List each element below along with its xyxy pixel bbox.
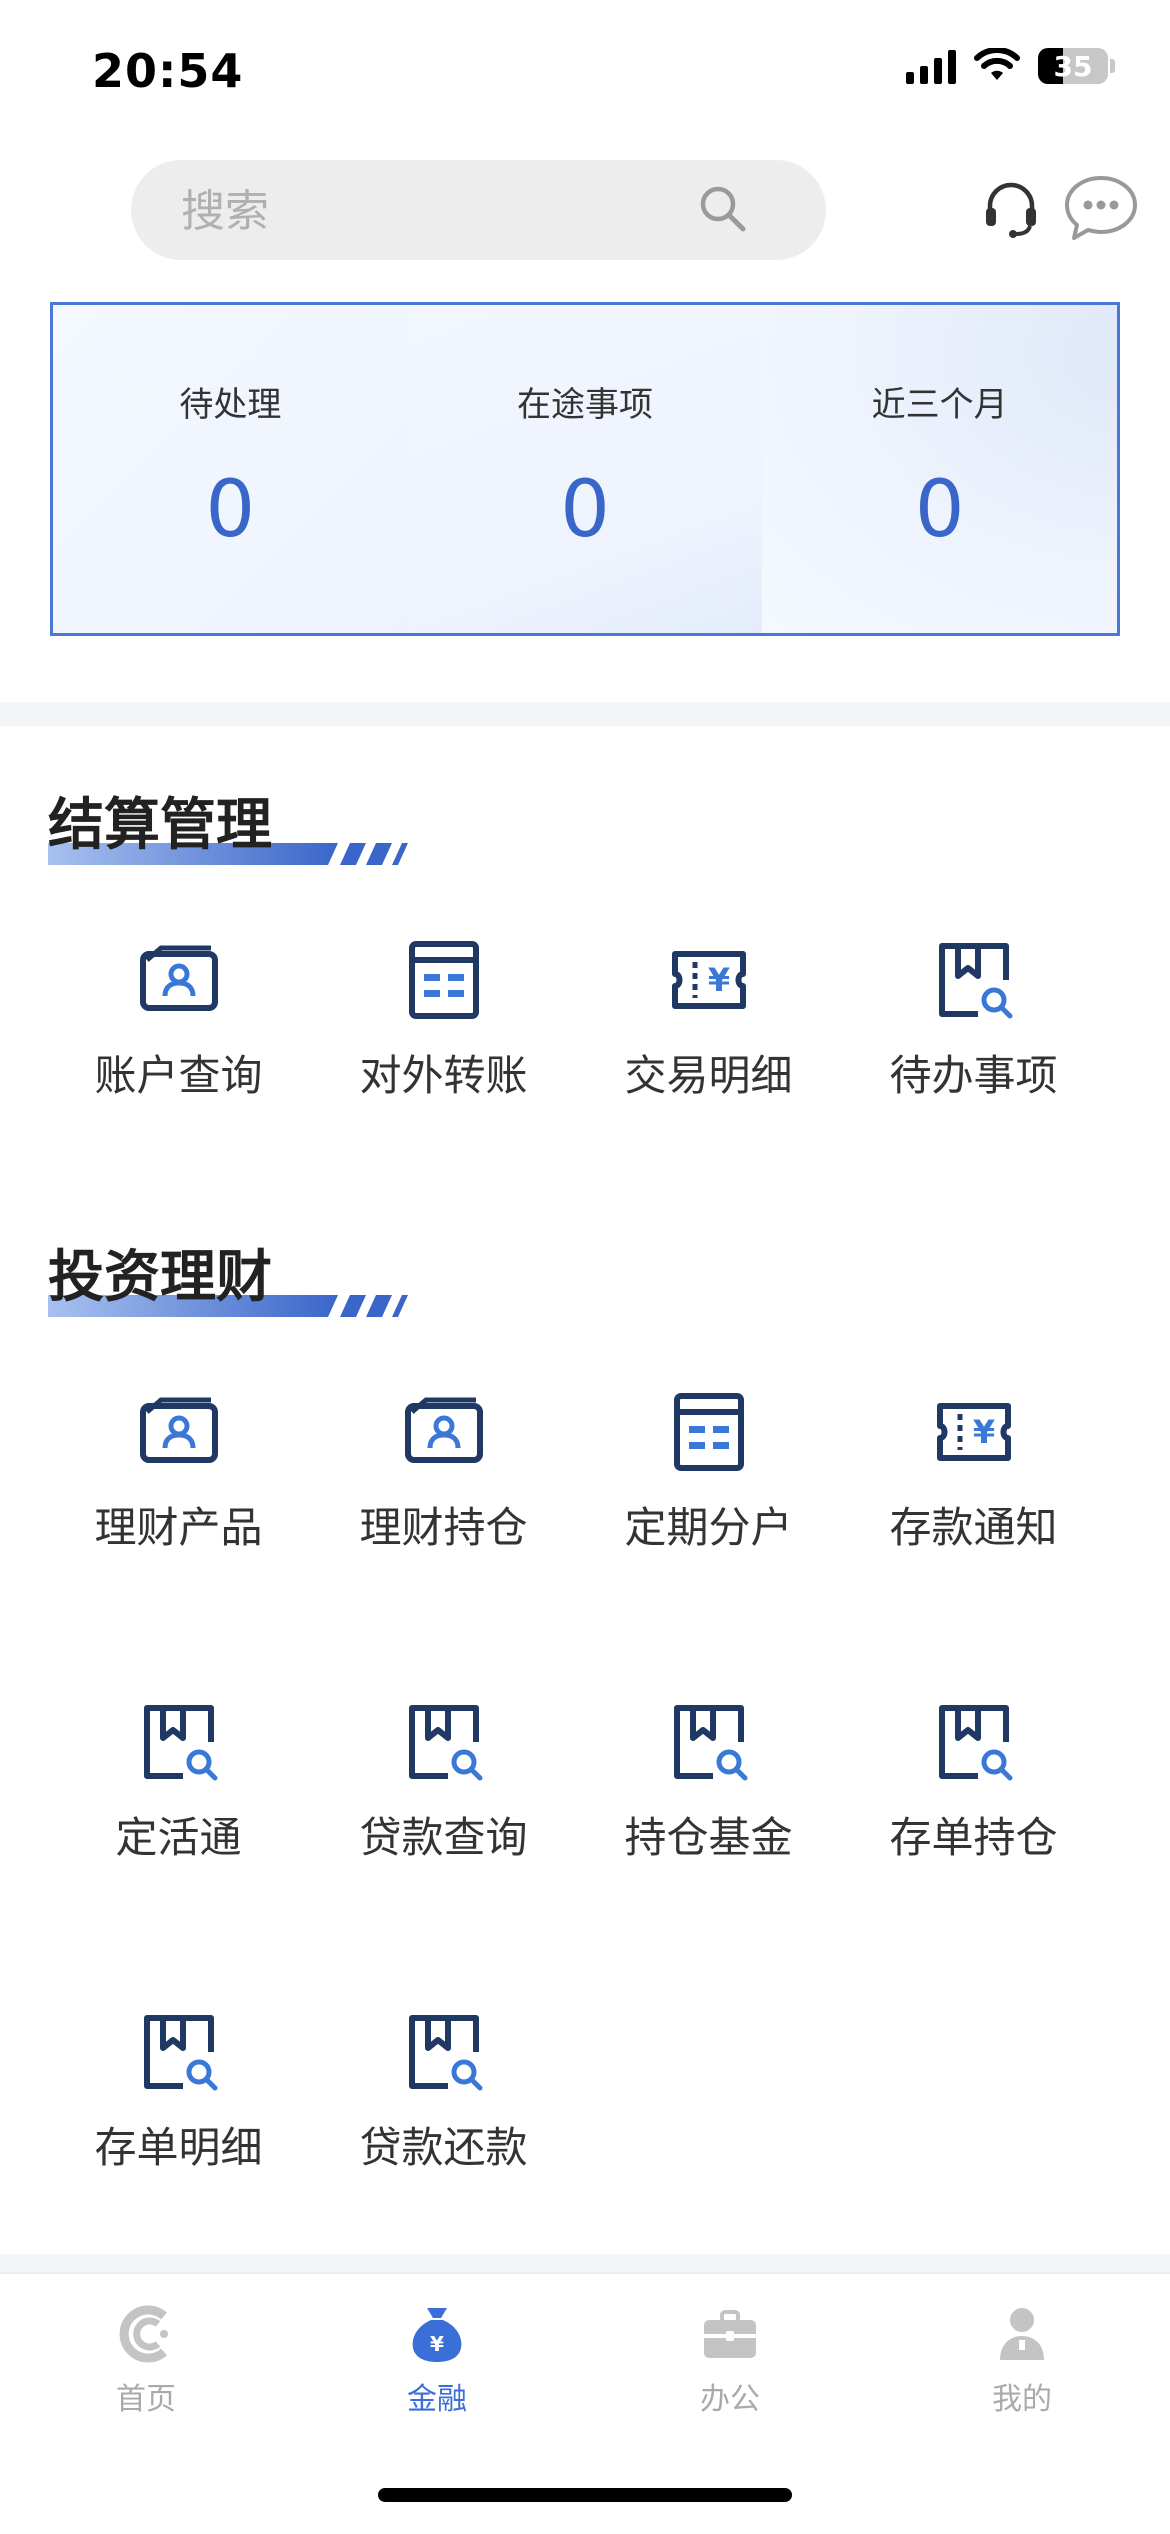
function-item[interactable]: 定期分户: [576, 1392, 841, 1555]
svg-text:¥: ¥: [430, 2332, 444, 2356]
function-item-label: 存单持仓: [889, 1813, 1058, 1862]
stat-pending[interactable]: 待处理 0: [53, 305, 408, 633]
stat-value: 0: [205, 465, 256, 555]
function-item-label: 账户查询: [94, 1051, 263, 1100]
wifi-icon: [974, 48, 1020, 80]
function-item-label: 待办事项: [889, 1051, 1058, 1100]
bookmark-search-icon: [404, 2012, 484, 2092]
account-card-icon: [139, 940, 219, 1020]
section-title-settlement: 结算管理: [48, 793, 272, 858]
function-item[interactable]: 定活通: [46, 1702, 311, 1865]
tab-home[interactable]: 首页: [46, 2302, 246, 2418]
tab-label: 我的: [992, 2382, 1052, 2417]
battery-icon: 35: [1038, 48, 1108, 84]
bookmark-search-icon: [139, 2012, 219, 2092]
message-bubble-icon[interactable]: [1062, 172, 1140, 244]
function-item[interactable]: ¥ 存款通知: [841, 1392, 1106, 1555]
status-bar: 20:54 35: [0, 0, 1170, 140]
section-title-investment: 投资理财: [48, 1245, 272, 1310]
function-item[interactable]: 存单明细: [46, 2012, 311, 2175]
status-time: 20:54: [92, 44, 244, 98]
bottom-divider: [0, 2254, 1170, 2272]
function-item-label: 理财产品: [94, 1503, 263, 1552]
function-item-label: 定期分户: [624, 1503, 793, 1552]
bookmark-search-icon: [669, 1702, 749, 1782]
search-icon[interactable]: [698, 184, 748, 234]
status-icons: 35: [906, 48, 1115, 84]
money-bag-icon: ¥: [412, 2308, 462, 2362]
bookmark-search-icon: [934, 1702, 1014, 1782]
stat-label: 在途事项: [517, 385, 653, 425]
account-card-icon: [404, 1392, 484, 1472]
headset-icon[interactable]: [980, 178, 1042, 240]
function-item[interactable]: 贷款查询: [311, 1702, 576, 1865]
function-item-label: 理财持仓: [359, 1503, 528, 1552]
function-item[interactable]: 贷款还款: [311, 2012, 576, 2175]
tab-label: 金融: [407, 2382, 467, 2417]
search-input[interactable]: [179, 182, 703, 240]
battery-tip: [1110, 59, 1115, 73]
search-bar[interactable]: [131, 160, 826, 260]
tab-mine[interactable]: 我的: [922, 2302, 1122, 2418]
stat-in-transit[interactable]: 在途事项 0: [407, 305, 763, 633]
section-divider: [0, 702, 1170, 726]
home-indicator: [378, 2488, 792, 2502]
battery-level: 35: [1053, 50, 1093, 83]
transfer-box-icon: [669, 1392, 749, 1472]
function-item[interactable]: 对外转账: [311, 940, 576, 1103]
bookmark-search-icon: [139, 1702, 219, 1782]
transfer-box-icon: [404, 940, 484, 1020]
bookmark-search-icon: [404, 1702, 484, 1782]
stat-label: 近三个月: [871, 385, 1008, 425]
yuan-ticket-icon: ¥: [669, 940, 749, 1020]
tab-office[interactable]: 办公: [630, 2302, 830, 2418]
yuan-ticket-icon: ¥: [934, 1392, 1014, 1472]
person-icon: [1000, 2308, 1044, 2360]
function-item-label: 定活通: [115, 1813, 242, 1862]
function-item-label: 存款通知: [889, 1503, 1058, 1552]
function-item-label: 交易明细: [624, 1051, 793, 1100]
stat-value: 0: [560, 465, 610, 555]
briefcase-icon: [704, 2310, 756, 2358]
function-item[interactable]: 存单持仓: [841, 1702, 1106, 1865]
bookmark-search-icon: [934, 940, 1014, 1020]
stat-label: 待处理: [179, 385, 282, 425]
home-logo-icon: [119, 2305, 168, 2363]
function-item[interactable]: 待办事项: [841, 940, 1106, 1103]
function-item[interactable]: 理财产品: [46, 1392, 311, 1555]
function-item[interactable]: 账户查询: [46, 940, 311, 1103]
cellular-signal-icon: [906, 48, 956, 84]
svg-text:¥: ¥: [707, 961, 729, 999]
function-item-label: 持仓基金: [624, 1813, 793, 1862]
function-item-label: 对外转账: [359, 1051, 528, 1100]
function-item-label: 贷款查询: [359, 1813, 528, 1862]
function-item[interactable]: ¥ 交易明细: [576, 940, 841, 1103]
function-item-label: 贷款还款: [359, 2123, 528, 2172]
function-item[interactable]: 持仓基金: [576, 1702, 841, 1865]
tab-label: 首页: [116, 2382, 176, 2417]
function-item-label: 存单明细: [94, 2123, 263, 2172]
tab-label: 办公: [700, 2382, 760, 2417]
tab-finance[interactable]: ¥ 金融: [337, 2302, 537, 2418]
account-card-icon: [139, 1392, 219, 1472]
stat-last-three-months[interactable]: 近三个月 0: [762, 305, 1117, 633]
svg-text:¥: ¥: [972, 1413, 994, 1451]
function-item[interactable]: 理财持仓: [311, 1392, 576, 1555]
stat-value: 0: [914, 465, 965, 555]
summary-card: 待处理 0 在途事项 0 近三个月 0: [50, 302, 1120, 636]
